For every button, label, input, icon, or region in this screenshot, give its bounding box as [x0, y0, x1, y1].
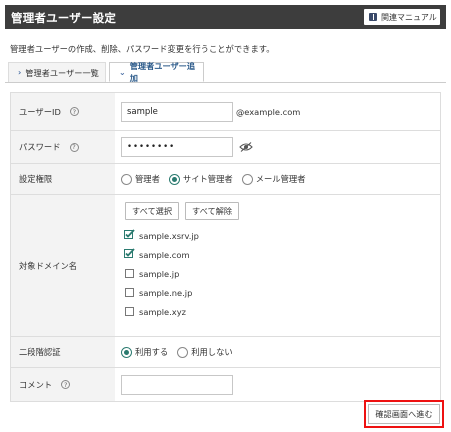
- radio-two-factor-off-label: 利用しない: [191, 347, 233, 357]
- user-id-domain-suffix: @example.com: [236, 106, 301, 117]
- radio-two-factor-on[interactable]: 利用する: [121, 346, 168, 358]
- radio-circle: [241, 173, 253, 185]
- row-permission: 設定権限 管理者 サイト管理者 メール管理者: [10, 164, 441, 195]
- permission-label-cell: 設定権限: [11, 164, 115, 194]
- radio-admin[interactable]: 管理者: [121, 173, 160, 185]
- comment-label-cell: コメント ?: [11, 368, 115, 401]
- domain-item[interactable]: sample.ne.jp: [125, 283, 199, 302]
- comment-input[interactable]: [121, 374, 233, 395]
- two-factor-radio-group: 利用する 利用しない: [121, 346, 233, 358]
- deselect-all-button[interactable]: すべて解除: [185, 202, 240, 220]
- domain-item[interactable]: sample.xyz: [125, 302, 199, 321]
- domain-name: sample.xyz: [139, 306, 186, 317]
- radio-circle-selected: [121, 346, 132, 358]
- user-id-label: ユーザーID: [19, 106, 61, 117]
- related-manual-button[interactable]: 関連マニュアル: [364, 9, 440, 25]
- user-id-label-cell: ユーザーID ?: [11, 93, 115, 130]
- permission-label: 設定権限: [19, 174, 53, 184]
- domain-name: sample.xsrv.jp: [139, 230, 199, 241]
- domain-select-buttons: すべて選択 すべて解除: [125, 202, 240, 220]
- two-factor-value-cell: 利用する 利用しない: [115, 337, 440, 367]
- password-label-cell: パスワード ?: [11, 131, 115, 163]
- permission-value-cell: 管理者 サイト管理者 メール管理者: [115, 164, 440, 194]
- row-domains: 対象ドメイン名 すべて選択 すべて解除 sample.xsrv.jp sampl…: [10, 195, 441, 337]
- domains-label-cell: 対象ドメイン名: [11, 195, 115, 336]
- checkbox-checked: [124, 248, 135, 259]
- tab-add-user[interactable]: ⌄ 管理者ユーザー追加: [109, 61, 204, 83]
- password-input[interactable]: ••••••••: [121, 137, 233, 157]
- add-user-form: ユーザーID ? sample @example.com パスワード ? •••…: [10, 92, 441, 402]
- checkbox: [125, 288, 134, 297]
- radio-site-admin[interactable]: サイト管理者: [168, 173, 233, 185]
- radio-site-admin-label: サイト管理者: [182, 174, 233, 184]
- comment-value-cell: [115, 368, 440, 401]
- domain-list: sample.xsrv.jp sample.com sample.jp samp…: [124, 226, 199, 321]
- page-description: 管理者ユーザーの作成、削除、パスワード変更を行うことができます。: [10, 44, 275, 54]
- domain-name: sample.ne.jp: [139, 287, 193, 298]
- password-label: パスワード: [19, 142, 61, 152]
- row-password: パスワード ? ••••••••: [10, 131, 441, 164]
- radio-circle: [177, 346, 189, 358]
- two-factor-label: 二段階認証: [19, 347, 61, 357]
- tab-user-list-label: 管理者ユーザー一覧: [25, 67, 99, 78]
- help-icon[interactable]: ?: [69, 107, 79, 116]
- help-icon[interactable]: ?: [69, 142, 79, 152]
- page-header: 管理者ユーザー設定 関連マニュアル: [5, 5, 446, 29]
- radio-circle: [121, 173, 132, 185]
- tab-divider: [5, 82, 446, 83]
- eye-off-icon[interactable]: [239, 142, 253, 152]
- domain-item[interactable]: sample.com: [124, 245, 199, 264]
- domain-item[interactable]: sample.jp: [125, 264, 199, 283]
- tab-user-list[interactable]: › 管理者ユーザー一覧: [8, 62, 106, 82]
- page-title: 管理者ユーザー設定: [11, 11, 117, 25]
- row-user-id: ユーザーID ? sample @example.com: [10, 93, 441, 131]
- book-icon: [369, 13, 377, 21]
- radio-circle-selected: [168, 173, 180, 185]
- domains-value-cell: すべて選択 すべて解除 sample.xsrv.jp sample.com sa…: [115, 195, 440, 336]
- domain-name: sample.com: [139, 249, 190, 260]
- domains-label: 対象ドメイン名: [19, 260, 78, 271]
- radio-admin-label: 管理者: [135, 174, 160, 184]
- checkbox: [125, 269, 134, 278]
- confirm-button-highlight: 確認画面へ進む: [364, 400, 444, 428]
- chevron-right-icon: ›: [18, 68, 22, 77]
- checkbox: [125, 307, 134, 316]
- tab-add-user-label: 管理者ユーザー追加: [129, 61, 196, 83]
- domain-item[interactable]: sample.xsrv.jp: [124, 226, 199, 245]
- comment-label: コメント: [19, 379, 53, 390]
- domain-name: sample.jp: [139, 268, 180, 279]
- radio-mail-admin-label: メール管理者: [255, 174, 306, 184]
- password-value-cell: ••••••••: [115, 131, 440, 163]
- related-manual-label: 関連マニュアル: [381, 12, 437, 22]
- radio-mail-admin[interactable]: メール管理者: [241, 173, 306, 185]
- checkbox-checked: [124, 229, 135, 240]
- user-id-input[interactable]: sample: [121, 101, 233, 122]
- confirm-button[interactable]: 確認画面へ進む: [368, 404, 440, 424]
- row-two-factor: 二段階認証 利用する 利用しない: [10, 337, 441, 368]
- two-factor-label-cell: 二段階認証: [11, 337, 115, 367]
- help-icon[interactable]: ?: [61, 380, 71, 389]
- user-id-value-cell: sample @example.com: [115, 93, 440, 130]
- radio-two-factor-off[interactable]: 利用しない: [177, 346, 233, 358]
- radio-two-factor-on-label: 利用する: [135, 347, 169, 357]
- row-comment: コメント ?: [10, 368, 441, 402]
- permission-radio-group: 管理者 サイト管理者 メール管理者: [121, 173, 306, 185]
- select-all-button[interactable]: すべて選択: [125, 202, 180, 220]
- chevron-down-icon: ⌄: [119, 67, 126, 77]
